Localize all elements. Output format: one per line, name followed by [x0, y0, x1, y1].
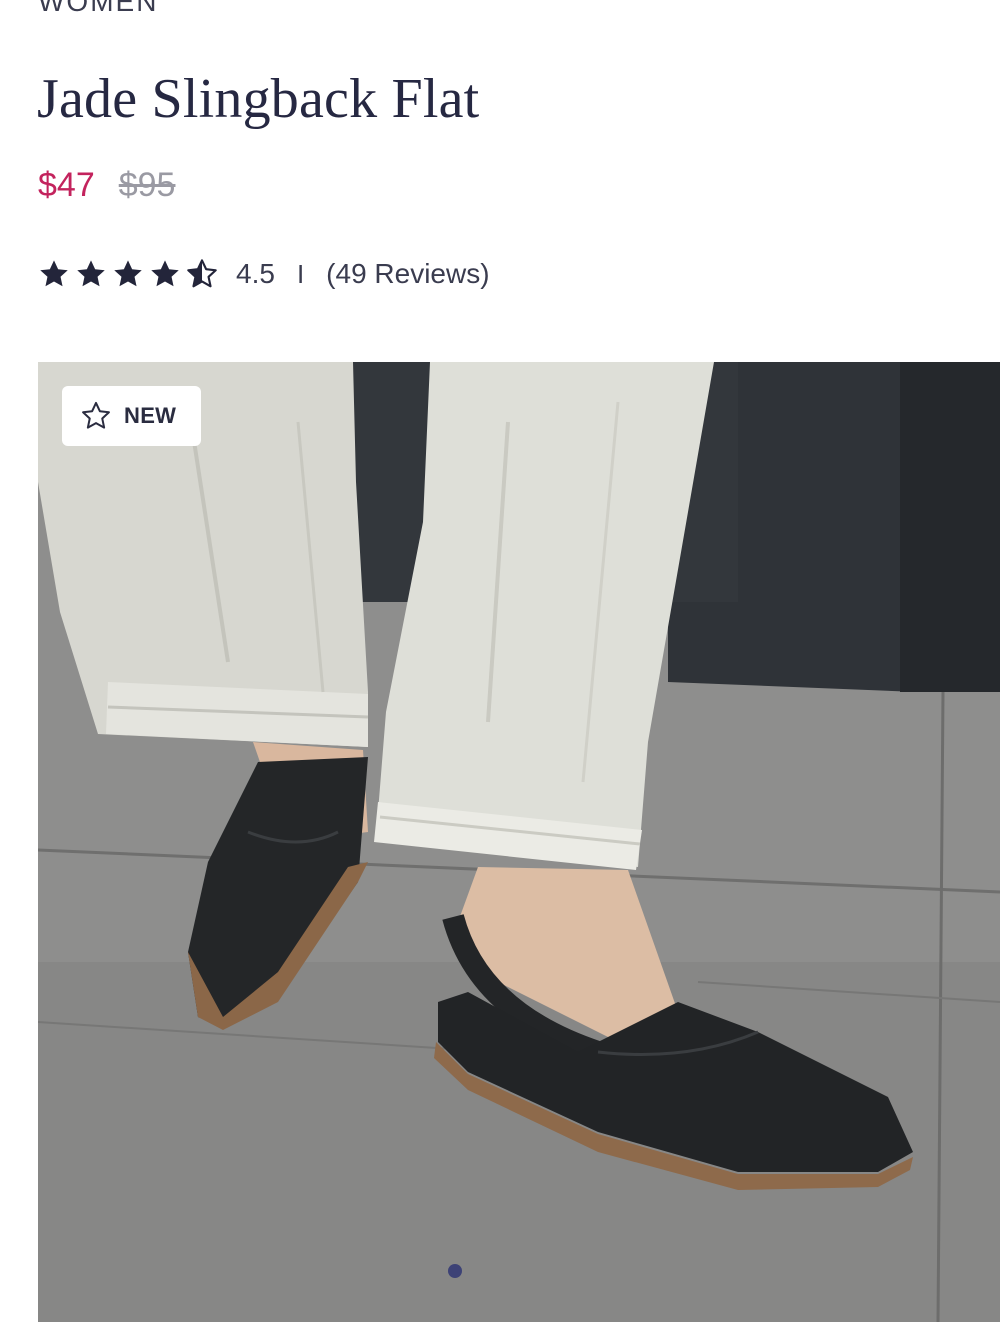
price-row: $47 $95	[38, 166, 175, 205]
rating-value: 4.5	[236, 258, 275, 289]
new-badge: NEW	[62, 386, 201, 446]
rating-row: 4.5 I (49 Reviews)	[38, 252, 490, 296]
breadcrumb-category[interactable]: WOMEN	[38, 0, 158, 18]
star-full-icon	[114, 260, 142, 287]
star-full-icon	[40, 260, 68, 287]
original-price: $95	[118, 166, 176, 204]
product-page: WOMEN Jade Slingback Flat $47 $95 4.5 I …	[0, 0, 1000, 1333]
reviews-link[interactable]: (49 Reviews)	[326, 258, 489, 290]
carousel-dot-active[interactable]	[448, 1264, 462, 1278]
rating-separator: I	[296, 258, 305, 289]
product-image-gallery[interactable]: NEW	[38, 362, 1000, 1322]
carousel-dots	[448, 1264, 462, 1278]
rating-stars	[38, 258, 218, 290]
star-half-icon	[187, 259, 217, 288]
star-full-icon	[151, 260, 179, 287]
sale-price: $47	[38, 166, 95, 204]
star-outline-icon	[82, 401, 110, 429]
new-badge-label: NEW	[124, 403, 177, 428]
product-photo	[38, 362, 1000, 1322]
star-full-icon	[77, 260, 105, 287]
product-title: Jade Slingback Flat	[37, 68, 480, 130]
